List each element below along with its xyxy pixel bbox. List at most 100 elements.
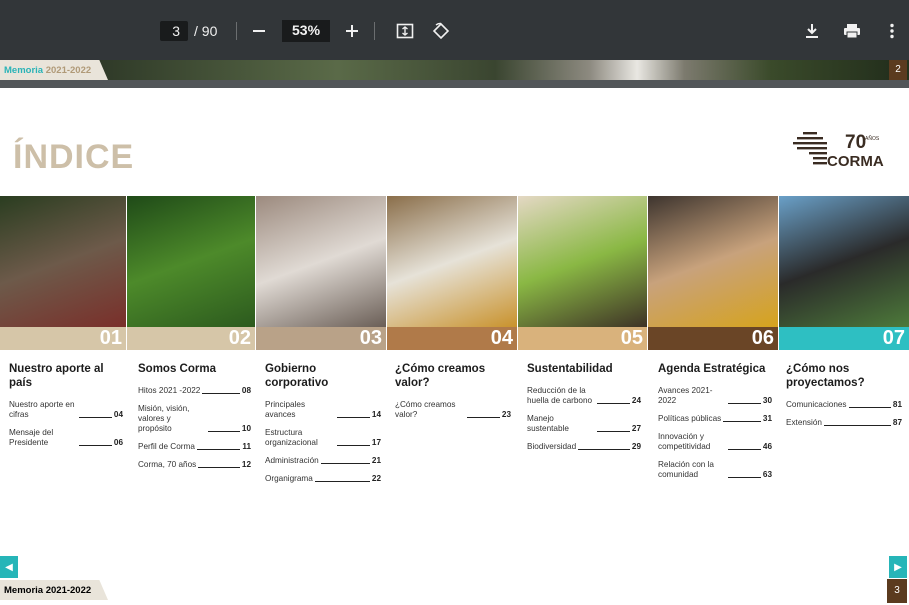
entry-label: Misión, visión, valores y propósito: [138, 404, 190, 433]
index-entry[interactable]: ¿Cómo creamos valor? 23: [395, 400, 511, 420]
index-entry[interactable]: Mensaje del Presidente 06: [9, 428, 123, 448]
entry-label: Políticas públicas: [658, 414, 722, 423]
entry-page-number: 29: [631, 442, 641, 451]
leader-line: [202, 393, 240, 394]
section-photo: [779, 196, 909, 327]
zoom-in-button[interactable]: [340, 18, 364, 44]
entry-label: Perfil de Corma: [138, 442, 195, 451]
toolbar-divider: [374, 22, 375, 40]
entry-page-number: 30: [762, 396, 772, 405]
index-section: Sustentabilidad Reducción de la huella de…: [527, 362, 641, 460]
index-section: ¿Cómo creamos valor? ¿Cómo creamos valor?…: [395, 362, 511, 428]
index-entry[interactable]: Misión, visión, valores y propósito 10: [138, 404, 251, 434]
index-entry[interactable]: Innovación y competitividad 46: [658, 432, 772, 452]
leader-line: [207, 431, 240, 432]
index-entry[interactable]: Reducción de la huella de carbono 24: [527, 386, 641, 406]
more-options-button[interactable]: [880, 18, 904, 44]
section-number: 05: [620, 327, 643, 349]
leader-line: [728, 477, 761, 478]
section-tile[interactable]: 04: [387, 196, 517, 350]
footer-tag-memoria: Memoria: [4, 585, 44, 596]
index-entry[interactable]: Manejo sustentable 27: [527, 414, 641, 434]
index-entry[interactable]: Principales avances 14: [265, 400, 381, 420]
entry-page-number: 04: [113, 410, 123, 419]
section-title: Nuestro aporte al país: [9, 363, 104, 389]
print-icon: [844, 24, 860, 39]
entry-label: Estructura organizacional: [265, 428, 318, 447]
index-entry[interactable]: Avances 2021-2022 30: [658, 386, 772, 406]
index-entry[interactable]: Comunicaciones 81: [786, 400, 902, 410]
index-entry[interactable]: Políticas públicas 31: [658, 414, 772, 424]
pdf-page: ÍNDICE 70 AÑOS CORMA 01 02 03 04 05 06 07 Nues…: [0, 88, 909, 605]
previous-page-number: 2: [889, 60, 907, 80]
entry-label: Organigrama: [265, 474, 313, 483]
section-tile[interactable]: 03: [256, 196, 386, 350]
entry-label: Extensión: [786, 418, 822, 427]
index-entry[interactable]: Biodiversidad 29: [527, 442, 641, 452]
section-tile[interactable]: 07: [779, 196, 909, 350]
previous-page-footer-tag: Memoria 2021-2022: [0, 60, 108, 80]
leader-line: [79, 417, 112, 418]
index-entry[interactable]: Nuestro aporte en cifras 04: [9, 400, 123, 420]
section-tile[interactable]: 06: [648, 196, 778, 350]
section-photo: [127, 196, 255, 327]
section-number: 01: [99, 327, 122, 349]
section-tile[interactable]: 02: [127, 196, 255, 350]
index-entry[interactable]: Organigrama 22: [265, 474, 381, 484]
page-gap: [0, 80, 909, 88]
section-number-bar: 04: [387, 327, 517, 350]
print-button[interactable]: [840, 18, 864, 44]
fit-page-button[interactable]: [393, 18, 417, 44]
entry-page-number: 31: [762, 414, 772, 423]
section-number: 03: [359, 327, 382, 349]
entry-page-number: 17: [371, 438, 381, 447]
section-number-bar: 01: [0, 327, 126, 350]
section-title: Somos Corma: [138, 363, 216, 375]
entry-page-number: 11: [242, 442, 251, 451]
fit-page-icon: [396, 23, 414, 39]
total-pages: / 90: [194, 23, 218, 39]
entry-label: Biodiversidad: [527, 442, 577, 451]
zoom-level[interactable]: 53%: [282, 20, 331, 42]
section-number-bar: 05: [518, 327, 647, 350]
index-entry[interactable]: Hitos 2021 -2022 08: [138, 386, 251, 396]
rotate-button[interactable]: [429, 18, 453, 44]
index-section: Nuestro aporte al país Nuestro aporte en …: [9, 362, 123, 456]
toolbar-divider: [236, 22, 237, 40]
download-icon: [806, 24, 818, 38]
entry-page-number: 06: [113, 438, 123, 447]
rotate-icon: [432, 22, 450, 40]
section-photo: [648, 196, 778, 327]
page-title: ÍNDICE: [13, 138, 135, 176]
entry-label: Administración: [265, 456, 319, 465]
index-entry[interactable]: Estructura organizacional 17: [265, 428, 381, 448]
zoom-out-button[interactable]: [247, 18, 271, 44]
index-entry[interactable]: Corma, 70 años 12: [138, 460, 251, 470]
index-entry[interactable]: Extensión 87: [786, 418, 902, 428]
download-button[interactable]: [800, 18, 824, 44]
section-tile[interactable]: 05: [518, 196, 647, 350]
leader-line: [823, 425, 891, 426]
entry-label: Corma, 70 años: [138, 460, 197, 469]
logo-text: CORMA: [827, 153, 884, 170]
logo-years-suffix: AÑOS: [865, 135, 880, 142]
next-page-arrow[interactable]: ▶: [889, 556, 907, 578]
leader-line: [198, 467, 240, 468]
index-entry[interactable]: Administración 21: [265, 456, 381, 466]
leader-line: [578, 449, 630, 450]
prev-page-arrow[interactable]: ◀: [0, 556, 18, 578]
section-number: 06: [751, 327, 774, 349]
entry-page-number: 10: [241, 424, 251, 433]
section-tiles: 01 02 03 04 05 06 07: [0, 196, 909, 350]
section-tile[interactable]: 01: [0, 196, 126, 350]
index-entry[interactable]: Relación con la comunidad 63: [658, 460, 772, 480]
current-page-input[interactable]: 3: [160, 21, 188, 41]
index-entry[interactable]: Perfil de Corma 11: [138, 442, 251, 452]
entry-label: Innovación y competitividad: [658, 432, 711, 451]
leader-line: [723, 421, 761, 422]
entry-label: Hitos 2021 -2022: [138, 386, 201, 395]
entry-label: Manejo sustentable: [527, 414, 569, 433]
previous-page-bottom: Memoria 2021-2022 2: [0, 60, 909, 80]
section-photo: [387, 196, 517, 327]
pdf-toolbar: 3 / 90 53%: [0, 0, 909, 60]
